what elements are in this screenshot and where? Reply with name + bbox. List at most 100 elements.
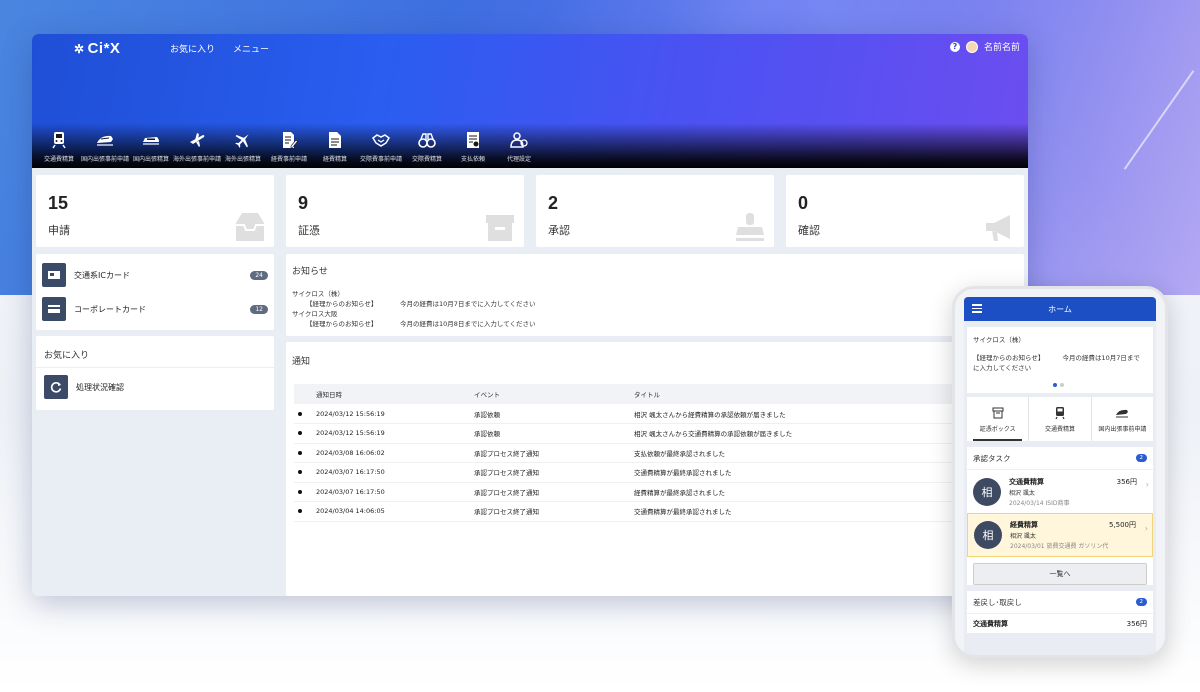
stat-value: 0 xyxy=(798,193,809,213)
task-name: 相沢 颯太 xyxy=(1010,533,1036,540)
table-row[interactable]: 2024/03/08 16:06:02 承認プロセス終了通知 支払依頼が最終承認され… xyxy=(294,443,954,463)
help-icon[interactable]: ? xyxy=(949,41,960,52)
table-row[interactable]: 2024/03/07 16:17:50 承認プロセス終了通知 経費精算が最終承認され… xyxy=(294,482,954,502)
menu-label: 支払依頼 xyxy=(460,156,485,163)
cell-event: 承認プロセス終了通知 xyxy=(470,462,630,483)
app-logo[interactable]: ✲ Ci*X xyxy=(74,40,120,57)
tab-domestic-pre[interactable]: 国内出張事前申請 xyxy=(1092,397,1153,441)
box-icon xyxy=(992,407,1004,418)
phone-header: ホーム xyxy=(964,297,1156,321)
stat-card-vouchers[interactable]: 9 証憑 xyxy=(286,175,524,247)
stat-label: 申請 xyxy=(48,224,70,237)
carousel-dots[interactable] xyxy=(1053,383,1064,387)
task-item[interactable]: 相 経費精算 5,500円 相沢 颯太 2024/03/01 旅費交通費 ガソリ… xyxy=(967,513,1153,557)
section-header: 差戻し･取戻し 2 xyxy=(967,591,1153,613)
favorite-item-status[interactable]: 処理状況確認 xyxy=(38,372,272,402)
avatar[interactable] xyxy=(965,40,978,53)
handshake-icon xyxy=(372,134,390,147)
row-amount: 356円 xyxy=(1126,619,1147,628)
cell-date: 2024/03/12 15:56:19 xyxy=(312,404,470,424)
stat-value: 15 xyxy=(48,193,69,213)
table-row[interactable]: 2024/03/07 16:17:50 承認プロセス終了通知 交通費精算が最終承認さ… xyxy=(294,462,954,483)
notice-tag: 【経理からのお知らせ】 xyxy=(306,320,378,328)
logo-text: Ci*X xyxy=(87,40,121,57)
table-row[interactable]: 2024/03/12 15:56:19 承認依頼 相沢 颯太さんから交通費精算の承認… xyxy=(294,423,954,444)
plane-departure-icon xyxy=(190,133,205,147)
hamburger-menu-icon[interactable] xyxy=(972,304,982,313)
list-item-corporate-card[interactable]: コーポレートカード 12 xyxy=(36,294,274,324)
notification-panel: 通知 通知日時 イベント タイトル 2024/03/12 15:56:19 承認依… xyxy=(286,342,1024,596)
tab-label: 交通費精算 xyxy=(1044,425,1075,433)
phone-notice-text: 今月の経費は10月7日まで xyxy=(1062,354,1140,362)
notice-tag: 【経理からのお知らせ】 xyxy=(306,300,378,308)
count-badge: 24 xyxy=(250,270,268,280)
bullet xyxy=(294,501,312,522)
task-type: 経費精算 xyxy=(1010,521,1038,529)
divider xyxy=(36,367,274,368)
user-name[interactable]: 名前名前 xyxy=(984,40,1020,53)
notice-panel: お知らせ サイクロス（株） 【経理からのお知らせ】 今月の経費は10月7日までに… xyxy=(286,254,1024,336)
tab-label: 証憑ボックス xyxy=(979,425,1016,433)
menu-item-payment[interactable]: 支払依頼 xyxy=(450,130,496,164)
section-title: 承認タスク xyxy=(973,453,1011,463)
menu-item-expense-pre[interactable]: 経費事前申請 xyxy=(266,130,312,164)
task-body: 経費精算 5,500円 相沢 颯太 2024/03/01 旅費交通費 ガソリン代 xyxy=(1010,518,1146,552)
task-item[interactable]: 相 交通費精算 356円 相沢 颯太 2024/03/14 ISID商事 › xyxy=(967,469,1153,513)
chevron-right-icon: › xyxy=(1144,524,1148,533)
phone-title: ホーム xyxy=(1048,304,1072,314)
shinkansen-icon xyxy=(1116,409,1129,417)
menu-item-domestic[interactable]: 国内出張精算 xyxy=(128,130,174,164)
phone-notice-company: サイクロス（株） xyxy=(973,336,1025,344)
phone-notice-tag: 【経理からのお知らせ】 xyxy=(973,354,1045,362)
chevron-right-icon: › xyxy=(1145,480,1149,489)
avatar: 相 xyxy=(974,521,1002,549)
menu-item-proxy[interactable]: 代理設定 xyxy=(496,130,542,164)
table-row[interactable]: 2024/03/04 14:06:05 承認プロセス終了通知 交通費精算が最終承認さ… xyxy=(294,501,954,522)
count-badge: 2 xyxy=(1135,454,1147,462)
box-icon xyxy=(486,215,514,241)
menu-item-entertain[interactable]: 交際費精算 xyxy=(404,130,450,164)
task-amount: 356円 xyxy=(1116,477,1137,486)
top-nav: お気に入り メニュー xyxy=(170,42,269,55)
stamp-icon xyxy=(736,213,764,241)
table-header-cell: 通知日時 xyxy=(312,384,470,404)
card-icon xyxy=(42,297,66,321)
favorites-title: お気に入り xyxy=(44,351,90,361)
list-item-ic-card[interactable]: 交通系ICカード 24 xyxy=(36,260,274,290)
phone-quick-tabs: 証憑ボックス 交通費精算 国内出張事前申請 xyxy=(967,397,1153,441)
phone-notice-card[interactable]: サイクロス（株） 【経理からのお知らせ】 今月の経費は10月7日まで に入力して… xyxy=(967,327,1153,393)
stat-card-confirm[interactable]: 0 確認 xyxy=(786,175,1024,247)
menu-item-expense[interactable]: 経費精算 xyxy=(312,130,358,164)
stat-label: 承認 xyxy=(548,224,570,237)
list-item[interactable]: 交通費精算 356円 xyxy=(967,613,1153,633)
menu-item-overseas-pre[interactable]: 海外出張事前申請 xyxy=(173,130,221,164)
menu-item-domestic-pre[interactable]: 国内出張事前申請 xyxy=(81,130,129,164)
menu-label: 国内出張精算 xyxy=(132,156,169,163)
stat-card-approvals[interactable]: 2 承認 xyxy=(536,175,774,247)
menu-item-train[interactable]: 交通費精算 xyxy=(36,130,82,164)
card-panel: 交通系ICカード 24 コーポレートカード 12 xyxy=(36,254,274,330)
table-header-row: 通知日時 イベント タイトル xyxy=(294,384,954,404)
cell-title: 相沢 颯太さんから交通費精算の承認依頼が届きました xyxy=(630,423,954,444)
nav-favorites[interactable]: お気に入り xyxy=(170,42,215,55)
tab-transport[interactable]: 交通費精算 xyxy=(1029,397,1092,441)
notice-company: サイクロス大阪 xyxy=(292,310,338,318)
menu-item-overseas[interactable]: 海外出張精算 xyxy=(220,130,266,164)
favorite-label: 処理状況確認 xyxy=(76,382,124,392)
document-icon xyxy=(329,132,341,148)
train-icon xyxy=(1055,406,1065,419)
tab-voucher-box[interactable]: 証憑ボックス xyxy=(967,397,1030,441)
nav-menu[interactable]: メニュー xyxy=(233,42,269,55)
task-detail: 2024/03/01 旅費交通費 ガソリン代 xyxy=(1010,543,1109,550)
section-title: 差戻し･取戻し xyxy=(973,597,1022,607)
user-area: ? 名前名前 xyxy=(949,40,1020,53)
menu-item-entertain-pre[interactable]: 交際費事前申請 xyxy=(358,130,404,164)
cell-date: 2024/03/08 16:06:02 xyxy=(312,443,470,463)
stat-value: 9 xyxy=(298,193,309,213)
cell-date: 2024/03/12 15:56:19 xyxy=(312,423,470,444)
view-all-button[interactable]: 一覧へ xyxy=(973,563,1147,585)
table-row[interactable]: 2024/03/12 15:56:19 承認依頼 相沢 颯太さんから経費精算の承認依… xyxy=(294,404,954,424)
table-header-cell: タイトル xyxy=(630,384,954,404)
stat-card-applications[interactable]: 15 申請 xyxy=(36,175,274,247)
count-badge: 12 xyxy=(250,304,268,314)
